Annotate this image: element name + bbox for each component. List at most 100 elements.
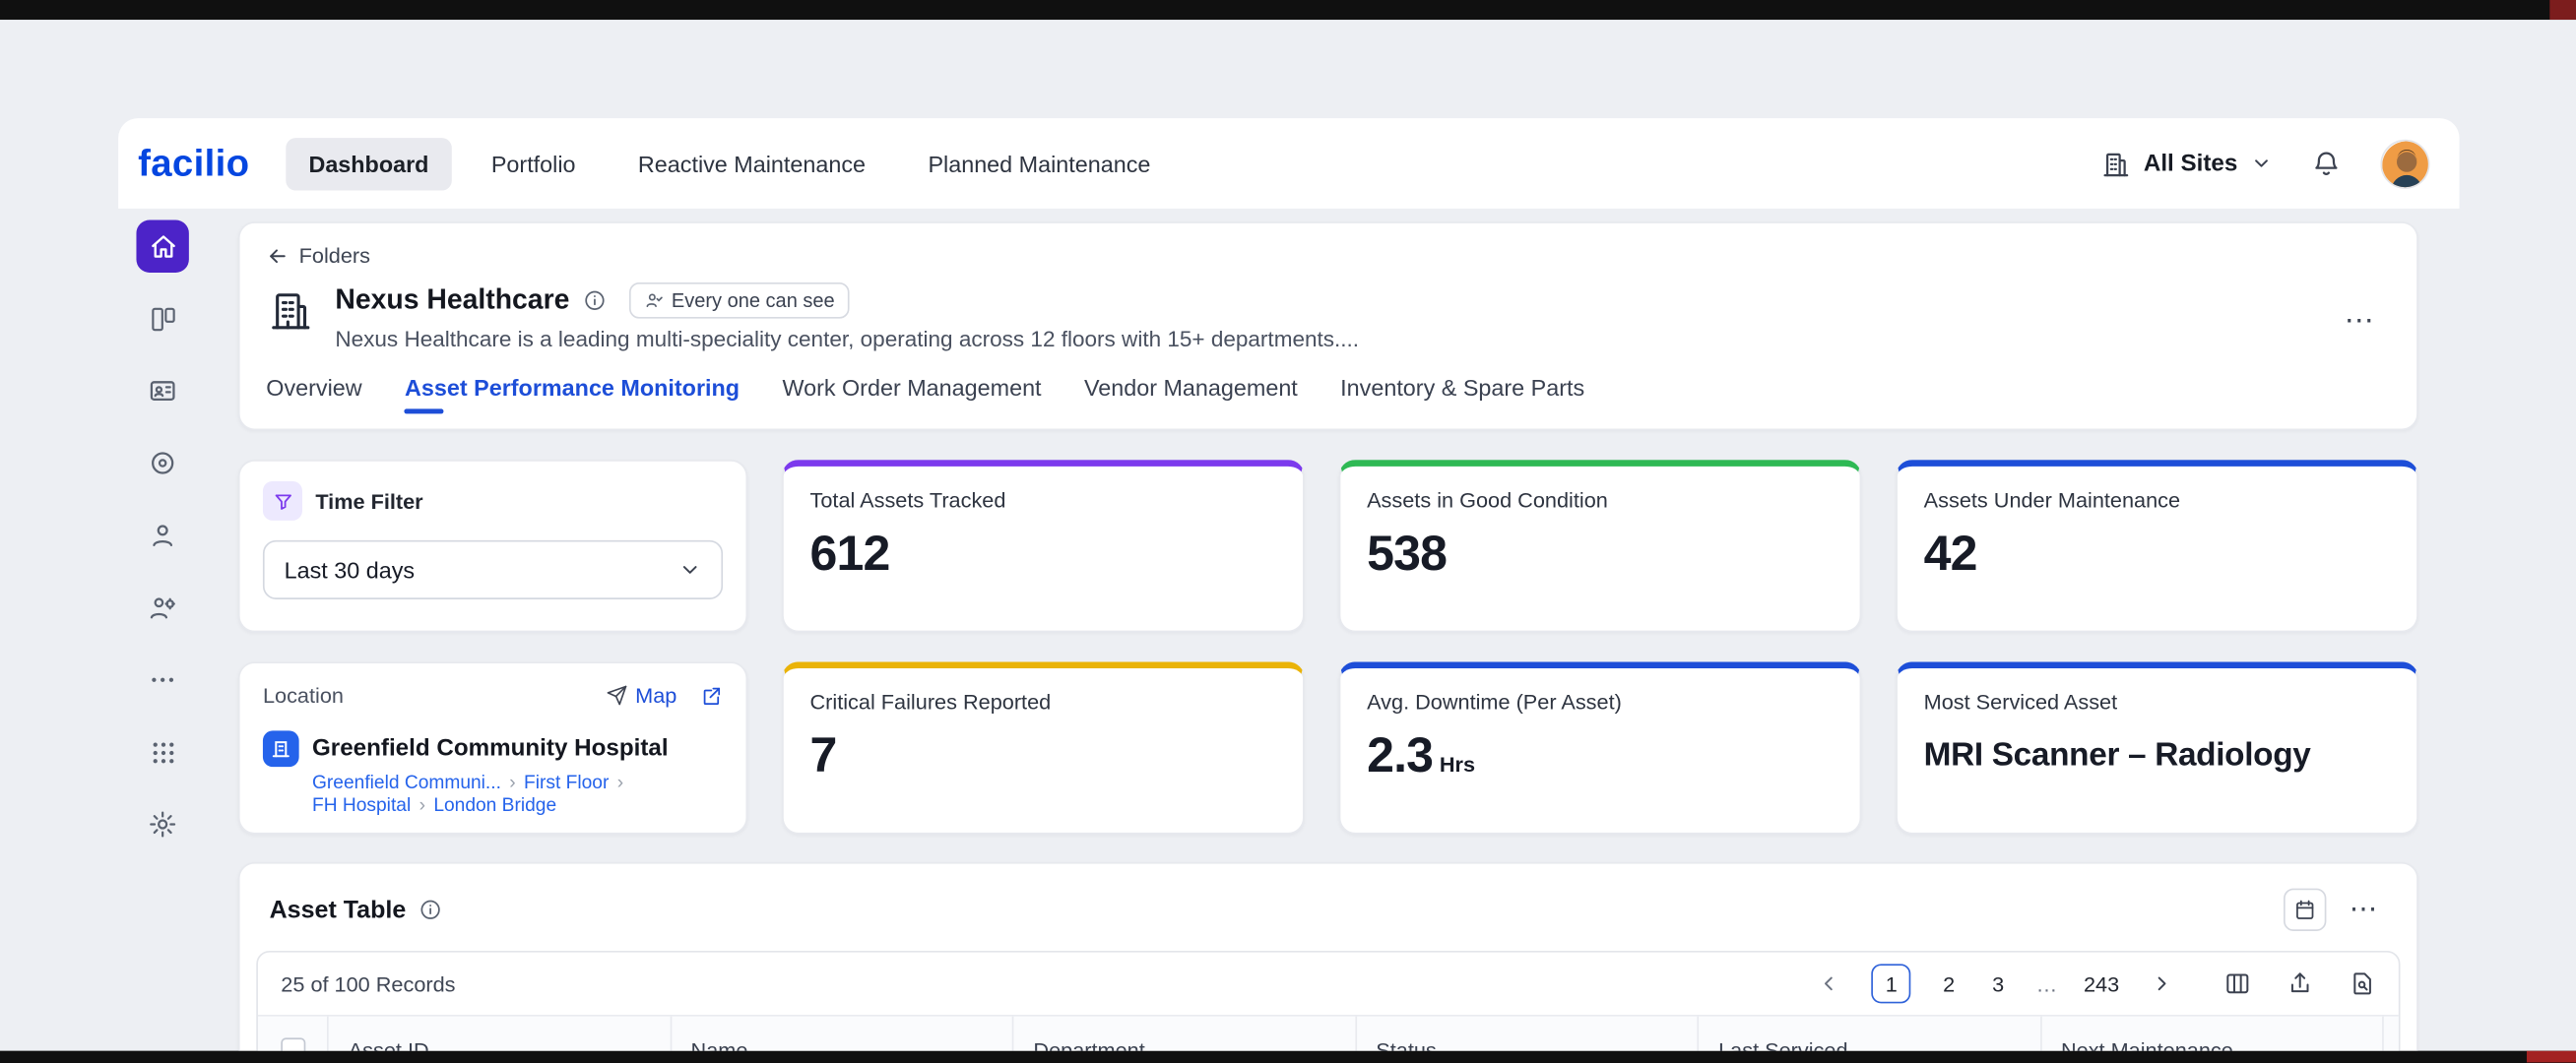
back-to-folders[interactable]: Folders: [266, 243, 370, 268]
stat-card-good-condition: Assets in Good Condition 538: [1339, 460, 1862, 632]
asset-table-title: Asset Table: [270, 896, 407, 923]
asset-table-title-row: Asset Table ⋯: [256, 882, 2400, 938]
columns-icon[interactable]: [2224, 970, 2251, 997]
page-title: Nexus Healthcare: [335, 284, 569, 317]
pagination: 1 2 3 … 243: [1813, 964, 2179, 1003]
person-icon: [643, 290, 663, 310]
calendar-icon[interactable]: [2284, 889, 2326, 931]
select-all-checkbox[interactable]: [280, 1037, 304, 1051]
top-navigation: Dashboard Portfolio Reactive Maintenance…: [286, 137, 1174, 189]
stat-card-under-maintenance: Assets Under Maintenance 42: [1896, 460, 2418, 632]
map-link[interactable]: Map: [606, 683, 676, 708]
spaces-icon[interactable]: [136, 292, 188, 344]
asset-table-box: 25 of 100 Records 1 2 3 … 243: [256, 951, 2400, 1051]
window-top-strip: [0, 0, 2576, 20]
folder-tabs: Overview Asset Performance Monitoring Wo…: [266, 374, 2390, 420]
location-name: Greenfield Community Hospital: [312, 735, 669, 762]
send-icon: [606, 685, 627, 707]
stat-value: 612: [810, 528, 1277, 584]
stat-value: 538: [1367, 528, 1834, 584]
column-header-name[interactable]: Name: [670, 1017, 1012, 1051]
settings-icon[interactable]: [136, 798, 188, 850]
asset-table-more-button[interactable]: ⋯: [2343, 894, 2387, 926]
location-building-icon: [263, 730, 299, 767]
home-icon[interactable]: [136, 220, 188, 273]
tab-inventory-spare-parts[interactable]: Inventory & Spare Parts: [1340, 374, 1584, 420]
location-main: Greenfield Community Hospital: [263, 730, 723, 767]
nav-dashboard[interactable]: Dashboard: [286, 137, 452, 189]
stat-title: Avg. Downtime (Per Asset): [1367, 690, 1834, 715]
time-filter-card: Time Filter Last 30 days: [238, 460, 747, 632]
apps-icon[interactable]: [136, 725, 188, 778]
more-icon[interactable]: [136, 654, 188, 706]
stat-title: Total Assets Tracked: [810, 488, 1277, 513]
site-selector[interactable]: All Sites: [2100, 149, 2272, 178]
nav-portfolio[interactable]: Portfolio: [468, 137, 598, 189]
nav-planned-maintenance[interactable]: Planned Maintenance: [905, 137, 1174, 189]
site-selector-label: All Sites: [2144, 151, 2237, 177]
stat-card-critical-failures: Critical Failures Reported 7: [782, 661, 1305, 834]
table-scrollbar-gutter[interactable]: [2382, 1017, 2399, 1051]
filter-icon: [263, 481, 302, 521]
stat-value: 2.3: [1367, 729, 1433, 785]
breadcrumb-item[interactable]: Greenfield Communi...: [312, 774, 501, 793]
folder-description: Nexus Healthcare is a leading multi-spec…: [335, 327, 1359, 351]
folder-title-block: Nexus Healthcare Every one can see: [266, 282, 2390, 351]
page-1[interactable]: 1: [1872, 964, 1911, 1003]
facilio-logo[interactable]: facilio: [138, 141, 249, 185]
page-last[interactable]: 243: [2084, 971, 2119, 996]
stats-row-1: Time Filter Last 30 days Total Assets Tr…: [238, 460, 2418, 632]
select-all-cell: [258, 1037, 327, 1051]
column-header-department[interactable]: Department: [1012, 1017, 1355, 1051]
tab-overview[interactable]: Overview: [266, 374, 361, 420]
avatar[interactable]: [2380, 139, 2429, 188]
page-next-button[interactable]: [2146, 968, 2178, 1000]
location-icon[interactable]: [136, 437, 188, 489]
breadcrumb-item[interactable]: London Bridge: [433, 796, 556, 816]
user-settings-icon[interactable]: [136, 582, 188, 634]
tab-asset-performance-monitoring[interactable]: Asset Performance Monitoring: [405, 374, 740, 420]
column-header-asset-id[interactable]: Asset ID: [327, 1017, 670, 1051]
stat-card-total-assets: Total Assets Tracked 612: [782, 460, 1305, 632]
window-bottom-strip: [0, 1051, 2576, 1063]
tab-vendor-management[interactable]: Vendor Management: [1084, 374, 1298, 420]
location-header: Location Map: [263, 683, 723, 708]
folder-title-row: Nexus Healthcare Every one can see: [335, 282, 1359, 319]
nav-reactive-maintenance[interactable]: Reactive Maintenance: [615, 137, 889, 189]
user-icon[interactable]: [136, 509, 188, 561]
page-2[interactable]: 2: [1938, 971, 1961, 996]
window-top-corner-accent: [2549, 0, 2576, 20]
breadcrumb-item[interactable]: FH Hospital: [312, 796, 411, 816]
stat-title: Assets in Good Condition: [1367, 488, 1834, 513]
asset-table-card: Asset Table ⋯ 25 of 100 Records: [238, 862, 2418, 1051]
records-count: 25 of 100 Records: [281, 971, 455, 996]
column-header-next-maintenance[interactable]: Next Maintenance: [2039, 1017, 2382, 1051]
time-filter-select[interactable]: Last 30 days: [263, 540, 723, 599]
icon-sidebar: [136, 220, 188, 851]
chevron-down-icon: [2251, 153, 2273, 174]
table-search-icon[interactable]: [2350, 970, 2376, 997]
back-label: Folders: [299, 243, 370, 268]
table-toolbar-icons: [2224, 970, 2375, 997]
folder-more-button[interactable]: ⋯: [2345, 305, 2377, 335]
app-header: facilio Dashboard Portfolio Reactive Mai…: [118, 118, 2459, 209]
info-icon[interactable]: [583, 289, 606, 312]
stat-card-most-serviced: Most Serviced Asset MRI Scanner – Radiol…: [1896, 661, 2418, 834]
column-header-status[interactable]: Status: [1355, 1017, 1698, 1051]
breadcrumb-item[interactable]: First Floor: [524, 774, 609, 793]
bell-icon[interactable]: [2311, 149, 2341, 178]
stat-title: Most Serviced Asset: [1924, 690, 2391, 715]
id-card-icon[interactable]: [136, 364, 188, 416]
page-3[interactable]: 3: [1987, 971, 2010, 996]
stat-title: Critical Failures Reported: [810, 690, 1277, 715]
building-icon: [2100, 149, 2130, 178]
column-header-last-serviced[interactable]: Last Serviced: [1697, 1017, 2039, 1051]
info-icon[interactable]: [419, 899, 442, 921]
window-bottom-corner-accent: [2527, 1051, 2576, 1063]
external-link-icon[interactable]: [700, 684, 723, 707]
page-prev-button[interactable]: [1813, 968, 1845, 1000]
stat-value-with-unit: 2.3 Hrs: [1367, 729, 1834, 785]
export-icon[interactable]: [2286, 970, 2313, 997]
screen: facilio Dashboard Portfolio Reactive Mai…: [0, 0, 2576, 1063]
tab-work-order-management[interactable]: Work Order Management: [782, 374, 1041, 420]
